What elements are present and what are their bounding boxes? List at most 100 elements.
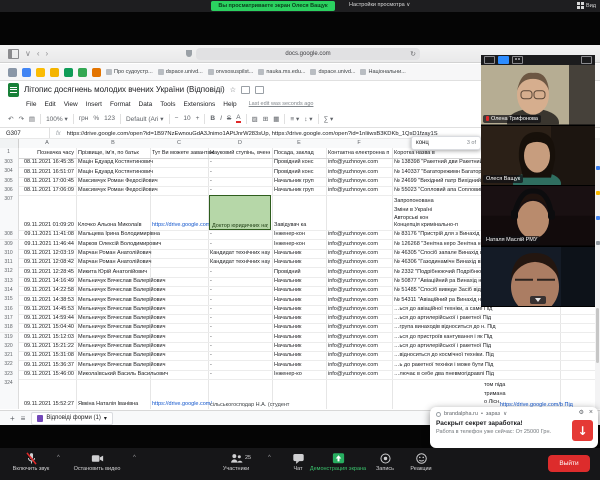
row-number[interactable]: 316 [0,306,17,312]
cell-time[interactable]: 08.11.2021 17:06:09 [20,187,74,194]
minimize-panel-icon[interactable] [484,56,495,64]
cell-email[interactable]: info@yuzhnoye.com [328,324,390,331]
cell-email[interactable]: info@yuzhnoye.com [328,169,390,176]
participant-video-0[interactable]: Олена Трифонова [481,65,595,126]
row-number[interactable]: 322 [0,361,17,367]
cell-email[interactable]: info@yuzhnoye.com [328,352,390,359]
cell-email[interactable]: info@yuzhnoye.com [328,231,390,238]
cell-degree[interactable]: - [210,371,270,378]
bookmark-item-2[interactable]: onvsosuspilst... [208,69,254,75]
cell-time[interactable]: 09.11.2021 14:59:44 [20,315,74,322]
cell-degree[interactable]: - [210,315,270,322]
cell-time[interactable]: 09.11.2021 14:16:49 [20,278,74,285]
cell-degree[interactable]: - [210,334,270,341]
reactions-button[interactable]: Реакции [402,452,440,472]
row-number[interactable]: 308 [0,231,17,237]
cell-time[interactable]: 09.11.2021 15:36:37 [20,362,74,369]
cell-position[interactable]: Начальник [274,306,324,313]
cell-name[interactable]: Максимчук Роман Федосійович [78,178,206,185]
cell-email[interactable]: info@yuzhnoye.com [328,315,390,322]
favicon-bookmark-4[interactable] [64,68,73,77]
cell-time[interactable]: 09.11.2021 12:08:42 [20,259,74,266]
menu-file[interactable]: File [26,101,36,108]
cell-email[interactable]: info@yuzhnoye.com [328,306,390,313]
cell-name[interactable]: Мельничук Вячеслав Валерійович [78,343,206,350]
cell-position[interactable]: Начальник [274,278,324,285]
address-bar[interactable]: docs.google.com ↻ [196,48,420,60]
cell-degree[interactable]: - [210,169,270,176]
gallery-view-icon[interactable] [512,56,523,64]
menu-help[interactable]: Help [223,101,236,108]
row-number[interactable]: 305 [0,178,17,184]
fill-color-icon[interactable]: ▨ [252,115,258,123]
font-size-increase[interactable]: + [196,115,200,122]
participant-video-2[interactable]: Наталя Маслій РМУ [481,186,595,247]
cell-position[interactable]: Провідний конс [274,169,324,176]
cell-degree[interactable]: - [210,306,270,313]
font-size-decrease[interactable]: − [175,115,179,122]
row-number[interactable]: 311 [0,259,17,265]
cell-email[interactable]: info@yuzhnoye.com [328,343,390,350]
cell-position[interactable]: Начальник [274,315,324,322]
calendar-icon[interactable] [596,166,600,170]
cell-name[interactable]: Мельничук Вячеслав Валерійович [78,352,206,359]
tab-menu-caret-icon[interactable]: ▾ [104,415,107,422]
cell-email[interactable]: info@yuzhnoye.com [328,287,390,294]
cell-email[interactable]: info@yuzhnoye.com [328,269,390,276]
bookmark-item-3[interactable]: nauka.ms.edu... [258,69,305,75]
column-header-F[interactable]: F [326,140,392,146]
cell-position[interactable]: Інженер-кон [274,241,324,248]
cell-email[interactable]: Контактна електронна п [328,150,390,157]
cell-time[interactable]: 09.11.2021 01:09:20 [20,222,74,229]
redo-icon[interactable]: ↷ [18,115,23,123]
cell-time[interactable]: 08.11.2021 17:00:45 [20,178,74,185]
favicon-bookmark-5[interactable] [78,68,87,77]
cell-degree[interactable]: - [210,297,270,304]
undo-icon[interactable]: ↶ [8,115,13,123]
cell-name[interactable]: Марчан Роман Анатолійович [78,259,206,266]
row-number[interactable]: 306 [0,187,17,193]
favicon-bookmark-2[interactable] [36,68,45,77]
cell-desc[interactable]: …ься до пристроїв кантування і як Під [394,334,595,341]
cell-degree[interactable]: - [210,278,270,285]
cell-desc[interactable]: …відноситься до космічної техніки. Під [394,352,595,359]
participant-video-3[interactable] [481,247,595,308]
menu-view[interactable]: View [64,101,78,108]
view-options-menu[interactable]: Настройки просмотра ∨ [349,2,410,8]
cell-position[interactable]: Начальник груп [274,178,324,185]
cell-email[interactable]: info@yuzhnoye.com [328,187,390,194]
cell-position[interactable]: Начальник [274,334,324,341]
row-number[interactable]: 1 [0,149,17,155]
vertical-scrollbar[interactable] [596,308,599,363]
cell-degree[interactable]: - [210,269,270,276]
cell-name[interactable]: Мельничук Вячеслав Валерійович [78,297,206,304]
column-header-B[interactable]: B [76,140,150,146]
menu-format[interactable]: Format [110,101,131,108]
cell-position[interactable]: Начальник [274,324,324,331]
find-bar[interactable]: конц 3 of [411,136,481,150]
row-number[interactable]: 304 [0,168,17,174]
cell-position[interactable]: Начальник груп [274,187,324,194]
chevron-down-icon[interactable]: ∨ [503,411,507,417]
browser-notification[interactable]: brandalpha.ru • зараз ∨ Раскрыт секрет з… [430,407,598,448]
video-options-caret[interactable]: ^ [133,455,136,461]
cell-degree[interactable]: - [210,231,270,238]
cell-time[interactable]: 09.11.2021 15:12:03 [20,334,74,341]
menu-insert[interactable]: Insert [86,101,102,108]
cell-time[interactable]: 09.11.2021 15:31:08 [20,352,74,359]
cell-name[interactable]: Микита Юрій Анатолійович [78,269,206,276]
cell-desc[interactable]: …ься до артилерійської і ракетної Під [394,315,595,322]
italic-button[interactable]: I [220,115,222,122]
cell-degree[interactable]: - [210,343,270,350]
cell-name[interactable]: Максимчук Роман Федосійович [78,187,206,194]
text-color-button[interactable]: A [236,114,240,123]
row-number[interactable]: 313 [0,278,17,284]
cell-name[interactable]: Марков Олексій Володимирович [78,241,206,248]
bold-button[interactable]: B [210,115,215,122]
currency-format-button[interactable]: грн [79,115,89,122]
speaker-view-icon[interactable] [498,56,509,64]
cell-degree[interactable]: - [210,241,270,248]
cell-position[interactable]: Інженер-ко [274,371,324,378]
bookmark-item-1[interactable]: dspace.univd... [158,69,203,75]
zoom-select[interactable]: 100% ▾ [46,115,68,123]
